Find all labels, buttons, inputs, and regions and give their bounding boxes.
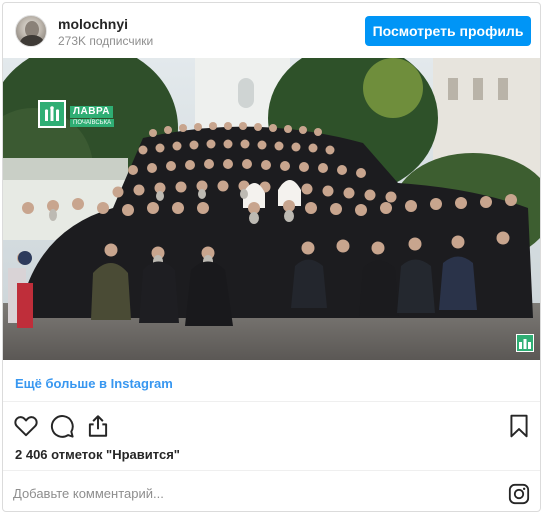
comment-input[interactable] <box>13 483 453 503</box>
watermark-title: ЛАВРА <box>70 105 113 118</box>
post-photo[interactable]: ЛАВРА ПОЧАЇВСЬКА <box>3 58 540 360</box>
comment-icon[interactable] <box>49 413 75 439</box>
avatar-body <box>20 35 44 46</box>
more-on-instagram-link[interactable]: Ещё больше в Instagram <box>15 376 173 391</box>
instagram-embed-card: molochnyi 273K подписчики Посмотреть про… <box>2 2 541 512</box>
watermark-subtitle: ПОЧАЇВСЬКА <box>70 118 115 127</box>
heart-icon[interactable] <box>13 413 39 439</box>
corner-lavra-logo-icon <box>516 334 534 352</box>
lavra-watermark-text: ЛАВРА ПОЧАЇВСЬКА <box>70 102 115 127</box>
comment-row <box>3 470 540 511</box>
post-header: molochnyi 273K подписчики Посмотреть про… <box>3 3 540 59</box>
bookmark-icon[interactable] <box>506 413 532 439</box>
post-actions <box>3 403 540 447</box>
share-icon[interactable] <box>85 413 111 439</box>
lavra-logo-icon <box>38 100 66 128</box>
lavra-watermark: ЛАВРА ПОЧАЇВСЬКА <box>38 100 115 128</box>
view-profile-button[interactable]: Посмотреть профиль <box>365 16 531 46</box>
username[interactable]: molochnyi <box>58 16 128 32</box>
avatar[interactable] <box>15 15 47 47</box>
more-on-instagram-row[interactable]: Ещё больше в Instagram <box>3 360 540 402</box>
instagram-logo-icon[interactable] <box>508 483 530 505</box>
like-count[interactable]: 2 406 отметок "Нравится" <box>15 447 180 462</box>
follower-count: 273K подписчики <box>58 34 154 48</box>
